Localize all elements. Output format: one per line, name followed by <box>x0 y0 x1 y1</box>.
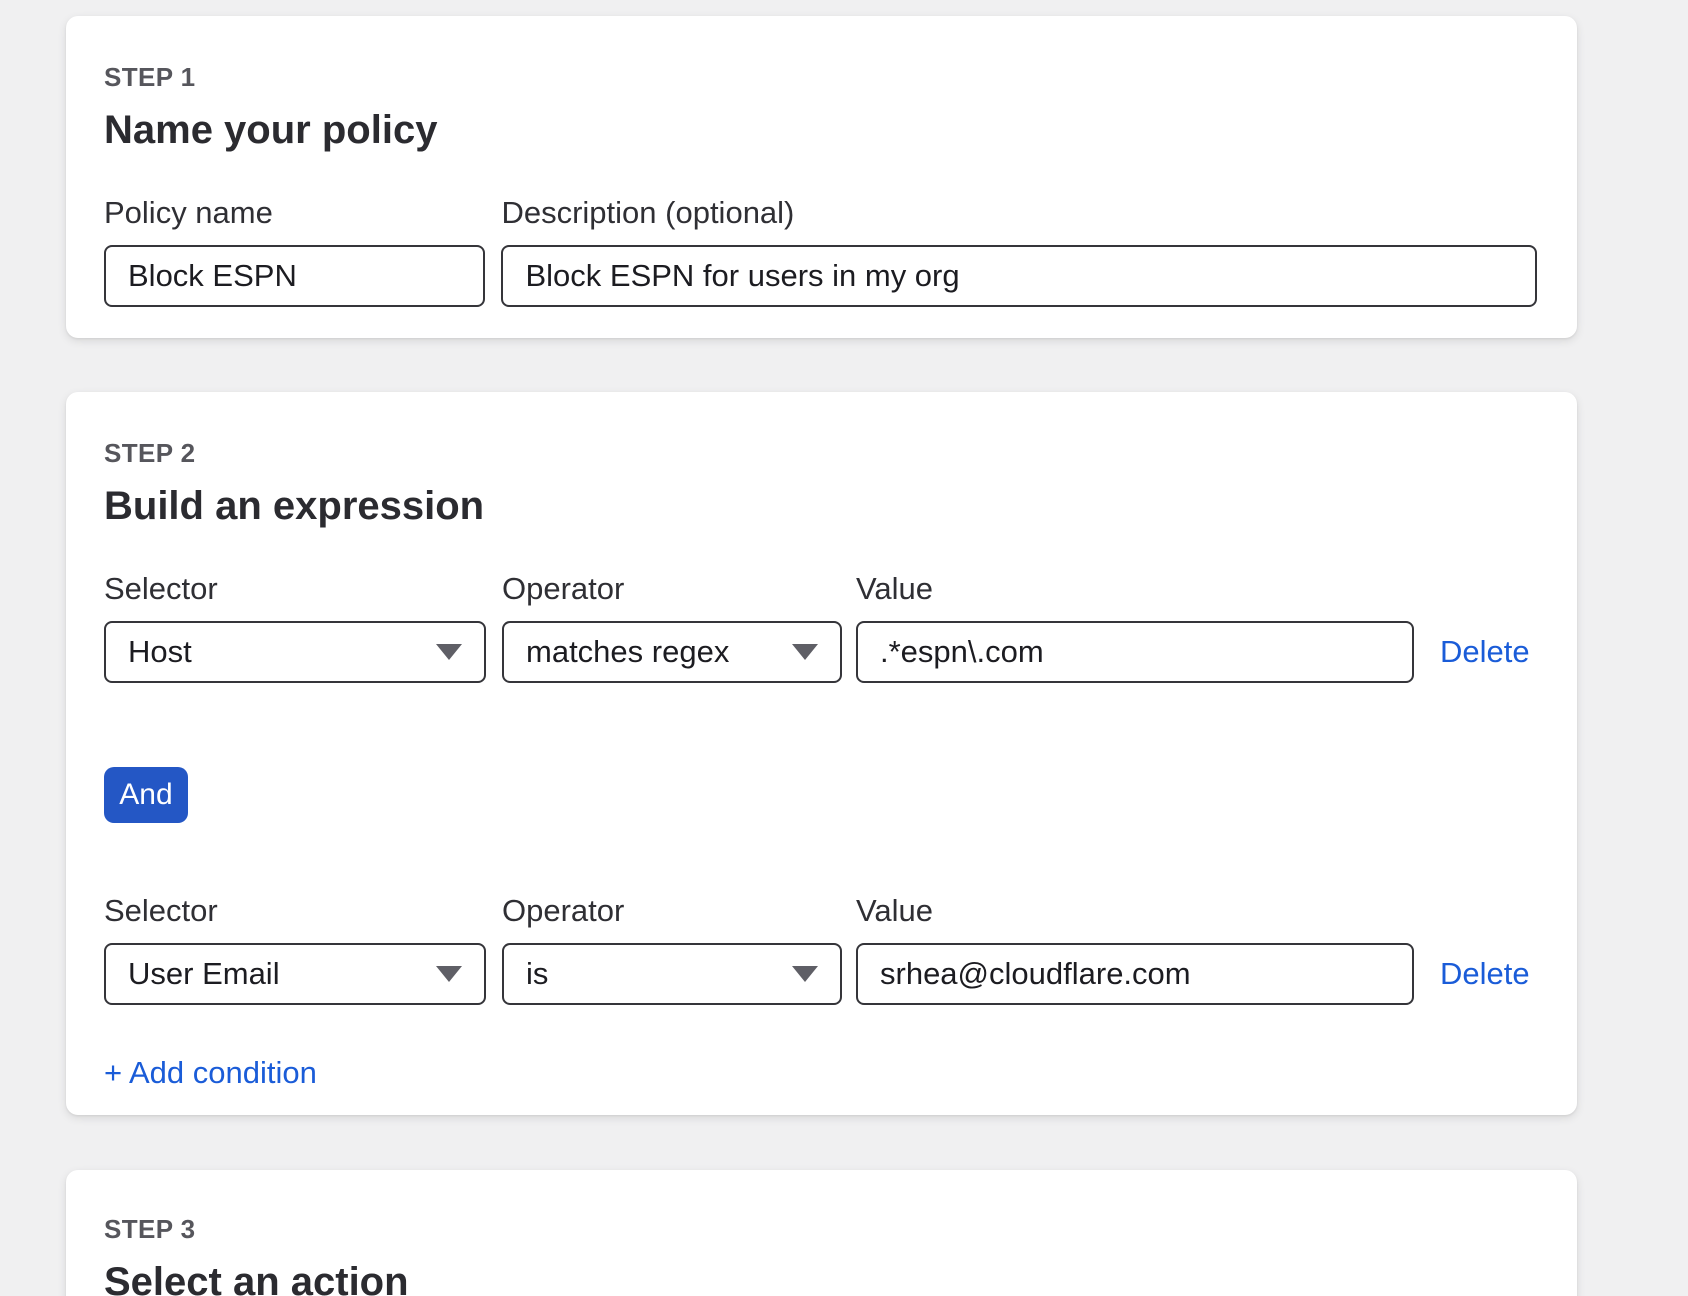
step3-label: STEP 3 <box>104 1214 1537 1244</box>
policy-name-field-group: Policy name <box>104 195 485 307</box>
condition-row-1: Selector Host Operator matches regex Val… <box>104 571 1537 683</box>
operator-dropdown-value: matches regex <box>526 634 729 670</box>
description-input[interactable] <box>501 245 1537 307</box>
selector-dropdown[interactable]: Host <box>104 621 486 683</box>
chevron-down-icon <box>792 966 818 982</box>
step2-label: STEP 2 <box>104 438 1537 468</box>
and-button[interactable]: And <box>104 767 188 823</box>
add-condition-link[interactable]: + Add condition <box>104 1055 317 1090</box>
description-label: Description (optional) <box>501 195 1537 231</box>
value-field-group: Value <box>856 893 1414 1005</box>
operator-field-group: Operator is <box>502 893 842 1005</box>
step1-card: STEP 1 Name your policy Policy name Desc… <box>66 16 1577 338</box>
operator-field-group: Operator matches regex <box>502 571 842 683</box>
description-field-group: Description (optional) <box>501 195 1537 307</box>
selector-dropdown-value: Host <box>128 634 192 670</box>
operator-dropdown-value: is <box>526 956 548 992</box>
value-label: Value <box>856 571 1414 607</box>
selector-label: Selector <box>104 893 486 929</box>
step1-title: Name your policy <box>104 107 1537 153</box>
step3-title: Select an action <box>104 1259 1537 1296</box>
step1-label: STEP 1 <box>104 62 1537 92</box>
value-input[interactable] <box>856 621 1414 683</box>
operator-label: Operator <box>502 571 842 607</box>
value-field-group: Value <box>856 571 1414 683</box>
chevron-down-icon <box>792 644 818 660</box>
chevron-down-icon <box>436 966 462 982</box>
selector-field-group: Selector Host <box>104 571 486 683</box>
operator-dropdown[interactable]: matches regex <box>502 621 842 683</box>
policy-name-label: Policy name <box>104 195 485 231</box>
delete-condition-link[interactable]: Delete <box>1440 634 1530 670</box>
operator-dropdown[interactable]: is <box>502 943 842 1005</box>
step2-card: STEP 2 Build an expression Selector Host… <box>66 392 1577 1115</box>
selector-dropdown-value: User Email <box>128 956 280 992</box>
selector-dropdown[interactable]: User Email <box>104 943 486 1005</box>
delete-condition-link[interactable]: Delete <box>1440 956 1530 992</box>
value-input[interactable] <box>856 943 1414 1005</box>
policy-name-input[interactable] <box>104 245 485 307</box>
selector-field-group: Selector User Email <box>104 893 486 1005</box>
value-label: Value <box>856 893 1414 929</box>
chevron-down-icon <box>436 644 462 660</box>
step3-card: STEP 3 Select an action <box>66 1170 1577 1296</box>
condition-row-2: Selector User Email Operator is Value De… <box>104 893 1537 1005</box>
operator-label: Operator <box>502 893 842 929</box>
selector-label: Selector <box>104 571 486 607</box>
step2-title: Build an expression <box>104 483 1537 529</box>
